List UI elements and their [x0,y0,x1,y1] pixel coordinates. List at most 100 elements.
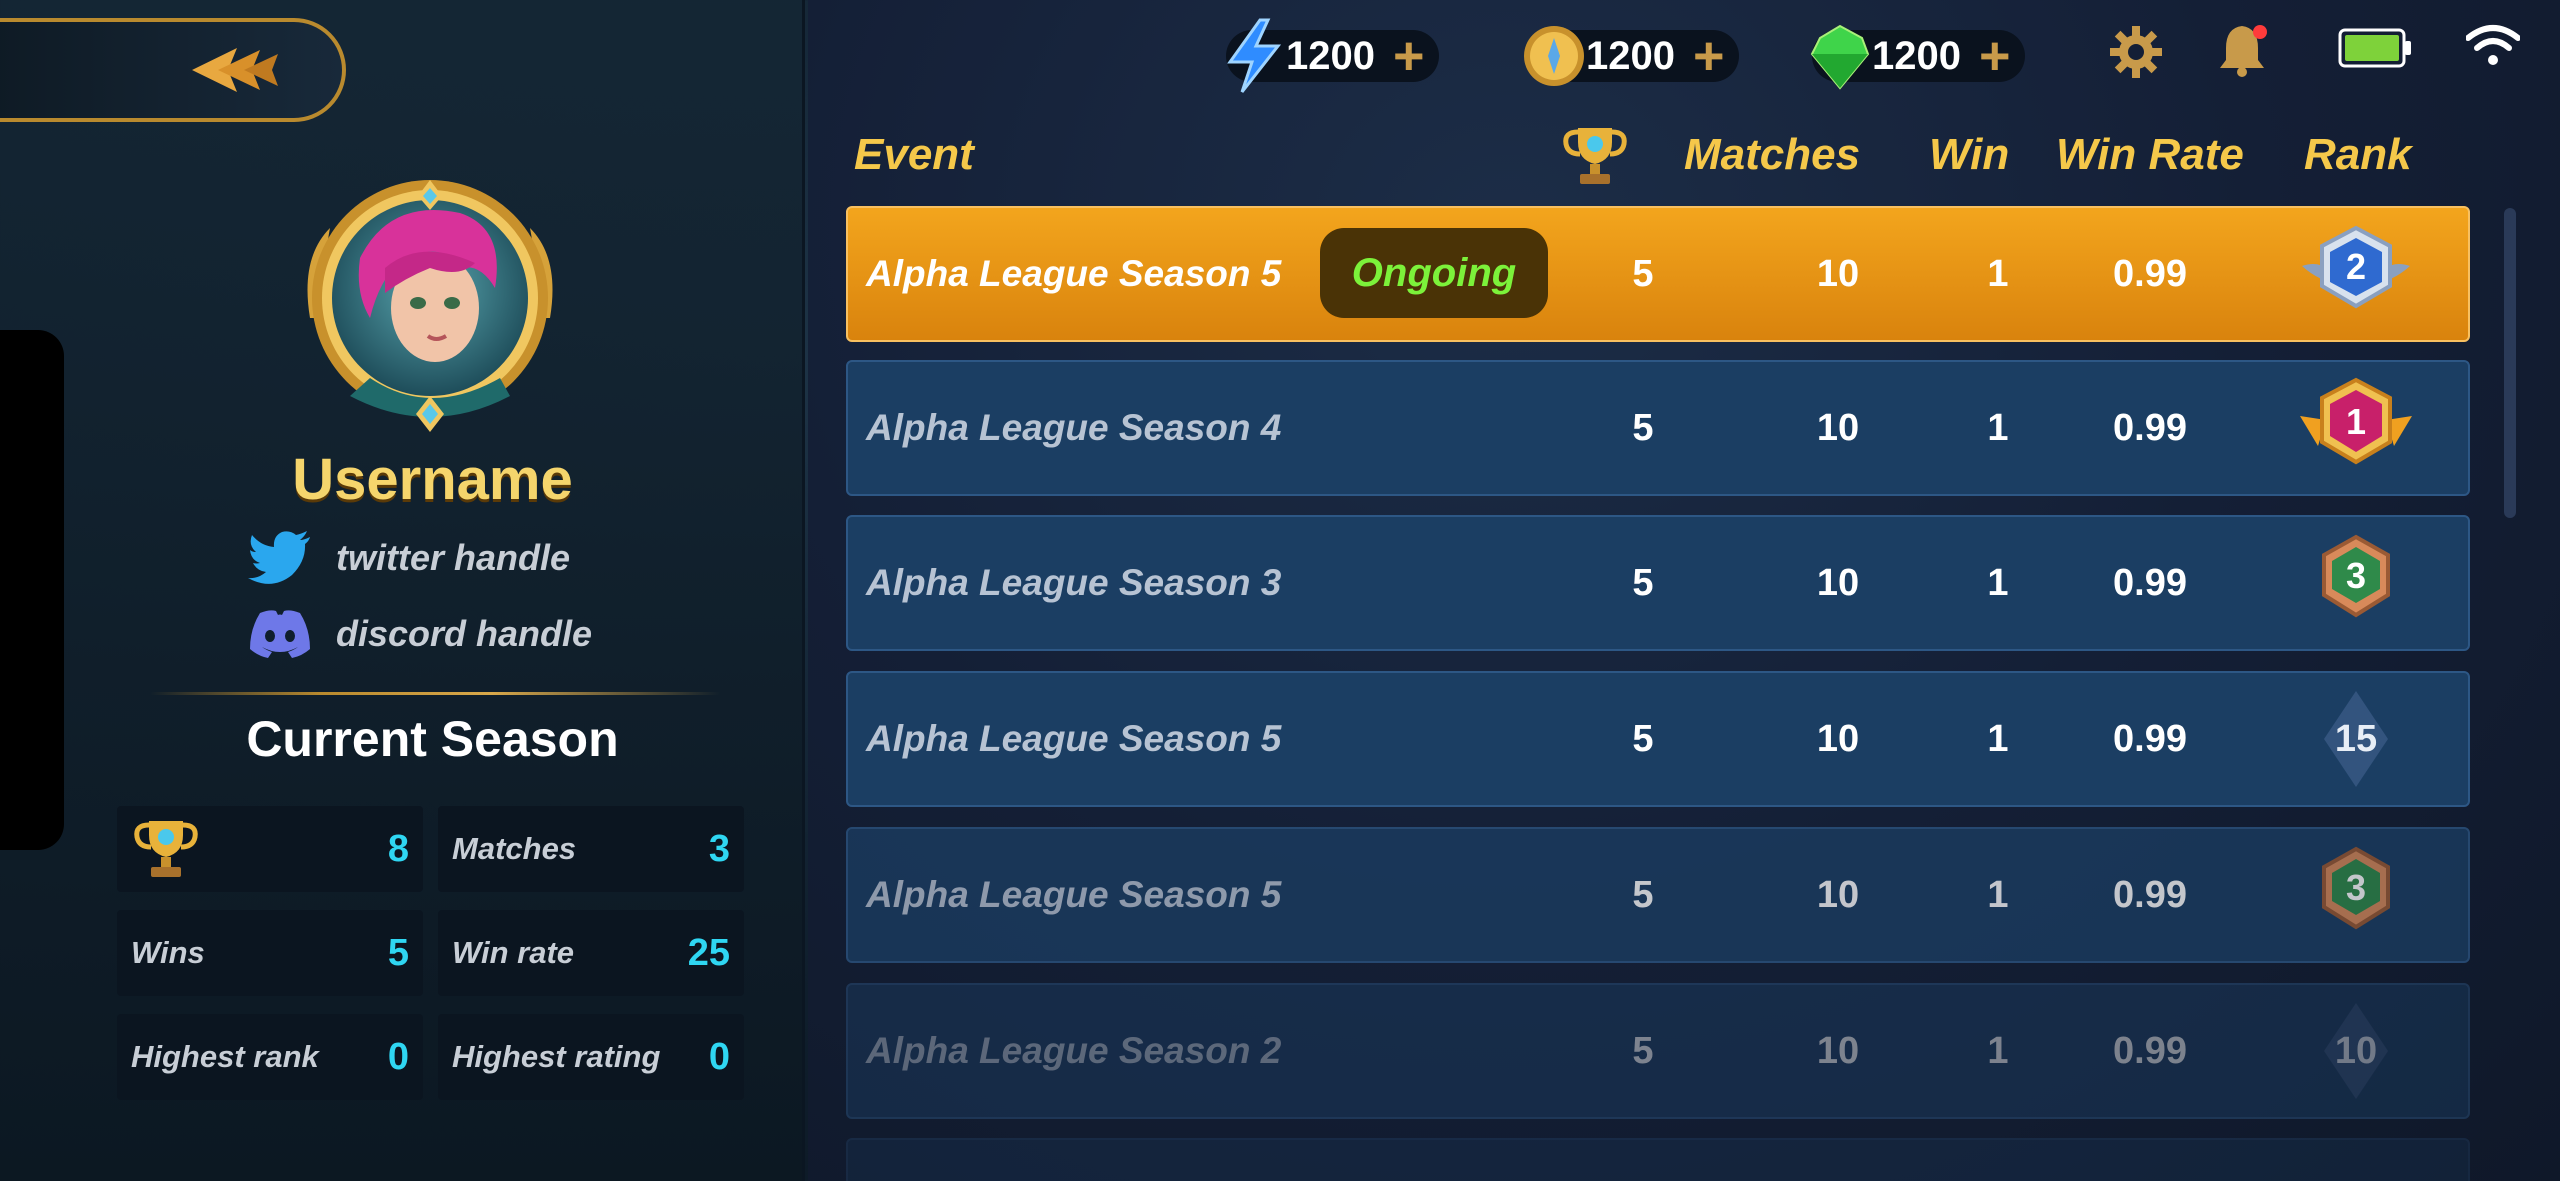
table-row[interactable]: Alpha League Season 4 5 10 1 0.99 1 [846,360,2470,496]
stat-highest-rank: Highest rank 0 [117,1014,423,1100]
table-row[interactable]: Alpha League Season 5 Ongoing 5 10 1 0.9… [846,206,2470,342]
notification-bell-icon[interactable] [2214,20,2274,80]
win-rate-value: 0.99 [2113,406,2187,449]
trophies-value: 5 [1632,561,1654,604]
energy-currency: 1200 + [1226,18,1439,93]
win-rate-value: 0.99 [2113,717,2187,760]
status-badge: Ongoing [1320,228,1548,318]
avatar[interactable] [290,168,570,438]
event-name: Alpha League Season 5 [866,718,1282,759]
rank-number: 1 [2346,401,2366,442]
column-header-event: Event [854,130,974,179]
stat-value: 0 [387,1035,409,1078]
gem-amount: 1200 [1872,33,1961,78]
rank-badge-gold-icon: 1 [2300,377,2412,465]
stat-label: Highest rank [131,1039,319,1074]
stat-win-rate: Win rate 25 [438,910,744,996]
scrollbar[interactable] [2504,208,2516,518]
trophies-value: 5 [1632,717,1654,760]
event-name: Alpha League Season 4 [866,407,1282,448]
stat-label: Wins [131,935,205,970]
gold-coin-icon [1524,26,1584,86]
event-name: Alpha League Season 5 [866,874,1282,915]
table-row-partial [846,1138,2470,1181]
matches-value: 10 [1816,1029,1860,1072]
back-button[interactable] [0,18,346,122]
trophy-icon [134,821,198,877]
win-value: 1 [1987,1029,2009,1072]
energy-bolt-icon [1227,18,1282,93]
event-name: Alpha League Season 3 [866,562,1282,603]
stat-highest-rating: Highest rating 0 [438,1014,744,1100]
trophies-value: 5 [1632,1029,1654,1072]
stat-label: Highest rating [452,1039,661,1074]
stat-label: Win rate [452,935,575,970]
battery-icon [2338,28,2411,68]
coin-amount: 1200 [1586,33,1675,78]
table-row[interactable]: Alpha League Season 2 5 10 1 0.99 10 [846,983,2470,1119]
stat-value: 5 [387,931,409,974]
rank-badge-silver-icon: 2 [2302,225,2410,309]
stat-matches: Matches 3 [438,806,744,892]
coin-currency: 1200 + [1524,26,1739,86]
username: Username [292,447,573,512]
trophies-value: 5 [1632,873,1654,916]
rank-number: 10 [2335,1030,2377,1072]
trophies-value: 5 [1632,406,1654,449]
discord-handle: discord handle [336,613,593,654]
side-drawer-tab[interactable] [0,330,64,850]
settings-gear-icon[interactable] [2108,24,2164,80]
rank-number: 3 [2346,867,2366,908]
matches-value: 10 [1816,406,1860,449]
current-season-title: Current Season [246,711,619,767]
rank-number: 2 [2346,246,2366,287]
event-name: Alpha League Season 5 [866,253,1282,294]
matches-value: 10 [1816,252,1860,295]
matches-value: 10 [1816,717,1860,760]
trophy-icon [1563,128,1627,184]
stat-value: 3 [708,827,730,870]
rank-badge-plain-icon: 10 [2324,1003,2388,1099]
rank-number: 3 [2346,555,2366,596]
discord-link[interactable]: discord handle [248,604,592,664]
stat-value: 8 [387,827,409,870]
win-rate-value: 0.99 [2113,561,2187,604]
rank-badge-bronze-icon: 3 [2322,846,2390,930]
stat-value: 25 [687,931,730,974]
column-header-rank: Rank [2304,130,2412,179]
table-row[interactable]: Alpha League Season 5 5 10 1 0.99 15 [846,671,2470,807]
rank-badge-plain-icon: 15 [2324,691,2388,787]
win-rate-value: 0.99 [2113,1029,2187,1072]
win-value: 1 [1987,252,2009,295]
add-gems-button[interactable]: + [1979,29,2011,83]
win-value: 1 [1987,406,2009,449]
table-row[interactable]: Alpha League Season 3 5 10 1 0.99 3 [846,515,2470,651]
gem-currency: 1200 + [1810,24,2025,90]
energy-amount: 1200 [1286,33,1375,78]
twitter-icon [248,531,310,584]
gem-icon [1810,24,1870,90]
discord-icon [250,610,310,658]
win-value: 1 [1987,561,2009,604]
table-row[interactable]: Alpha League Season 5 5 10 1 0.99 3 [846,827,2470,963]
win-value: 1 [1987,873,2009,916]
win-value: 1 [1987,717,2009,760]
twitter-link[interactable]: twitter handle [248,528,570,588]
win-rate-value: 0.99 [2113,873,2187,916]
add-coins-button[interactable]: + [1693,29,1725,83]
event-name: Alpha League Season 2 [866,1030,1282,1071]
rank-badge-bronze-icon: 3 [2322,534,2390,618]
trophies-value: 5 [1632,252,1654,295]
matches-value: 10 [1816,873,1860,916]
stat-wins: Wins 5 [117,910,423,996]
column-header-win: Win [1929,130,2010,179]
column-header-matches: Matches [1684,130,1861,179]
stat-trophies: 8 [117,806,423,892]
back-arrow-icon [192,48,278,92]
rank-number: 15 [2335,718,2377,760]
matches-value: 10 [1816,561,1860,604]
column-header-win-rate: Win Rate [2056,130,2244,179]
stat-value: 0 [708,1035,730,1078]
win-rate-value: 0.99 [2113,252,2187,295]
add-energy-button[interactable]: + [1393,29,1425,83]
